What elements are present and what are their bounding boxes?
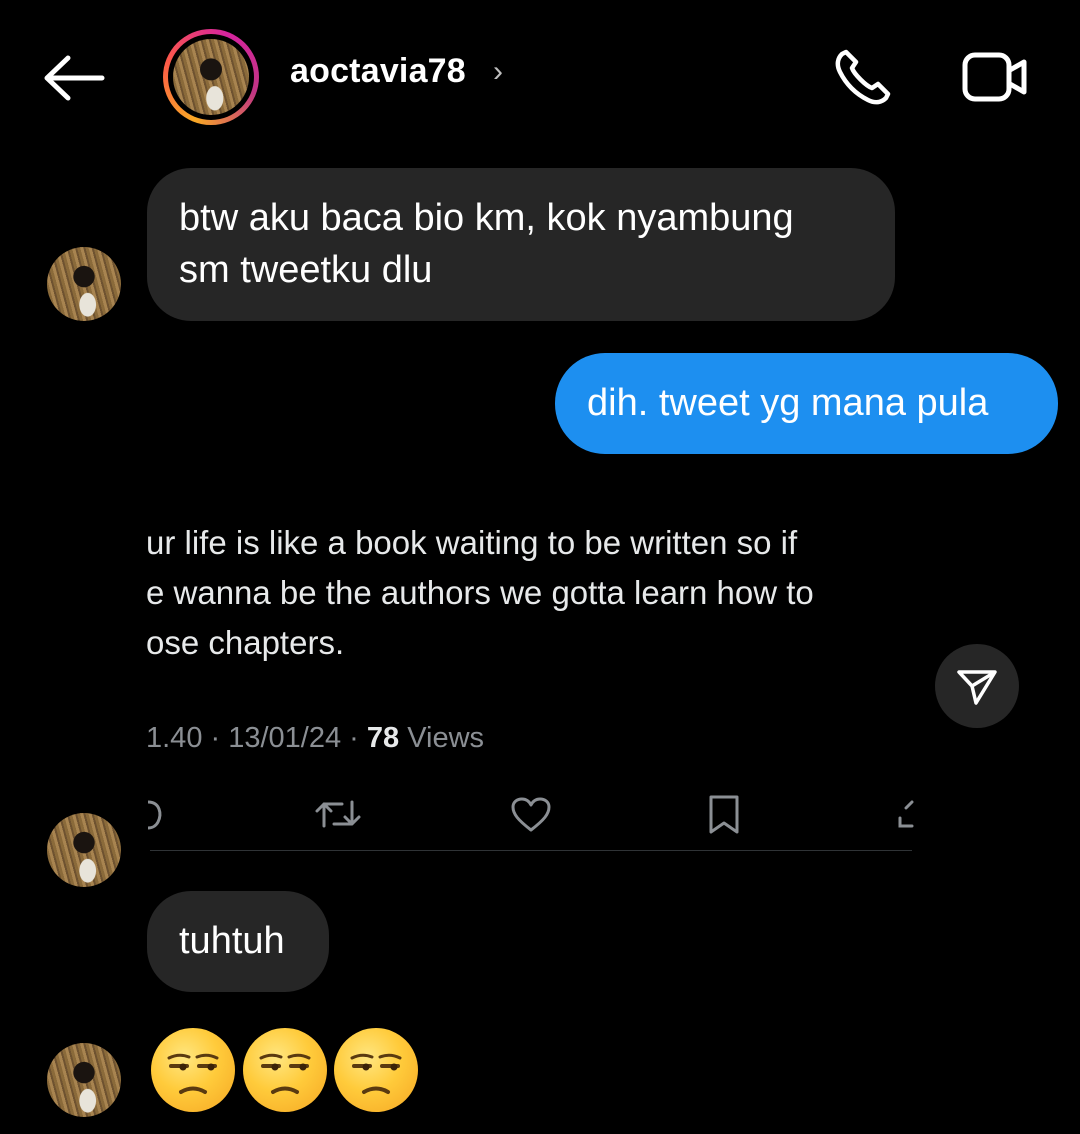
retweet-icon xyxy=(315,800,361,828)
unamused-face-icon[interactable] xyxy=(243,1028,327,1112)
tweet-views-count: 78 xyxy=(366,722,400,754)
unamused-face-icon[interactable] xyxy=(334,1028,418,1112)
call-button[interactable] xyxy=(832,48,894,106)
bookmark-icon xyxy=(709,795,739,834)
phone-icon xyxy=(835,49,891,105)
heart-icon xyxy=(511,797,551,832)
message-bubble-incoming[interactable]: btw aku baca bio km, kok nyambung sm twe… xyxy=(147,168,895,321)
reply-icon xyxy=(147,800,162,830)
sender-avatar[interactable] xyxy=(47,1043,121,1117)
message-bubble-outgoing[interactable]: dih. tweet yg mana pula xyxy=(555,353,1058,454)
back-button[interactable] xyxy=(40,52,106,104)
username[interactable]: aoctavia78 xyxy=(290,52,466,91)
tweet-timestamp: 1.40 · 13/01/24 · xyxy=(146,722,367,754)
tweet-action-bar xyxy=(146,790,914,838)
paper-plane-icon xyxy=(957,670,997,705)
divider xyxy=(150,850,912,851)
sender-avatar[interactable] xyxy=(47,813,121,887)
tweet-text: ur life is like a book waiting to be wri… xyxy=(146,524,814,661)
arrow-left-icon xyxy=(44,55,105,101)
video-call-button[interactable] xyxy=(960,50,1030,104)
tweet-views-label: Views xyxy=(399,722,485,754)
unamused-face-icon[interactable] xyxy=(151,1028,235,1112)
video-camera-icon xyxy=(962,52,1027,102)
forward-button[interactable] xyxy=(935,644,1019,728)
sender-avatar[interactable] xyxy=(47,247,121,321)
chevron-right-icon[interactable]: › xyxy=(493,55,503,89)
tweet-meta: 1.40 · 13/01/24 · 78 Views xyxy=(146,722,484,755)
share-tweet-icon xyxy=(898,800,914,828)
message-bubble-incoming[interactable]: tuhtuh xyxy=(147,891,329,992)
profile-avatar[interactable] xyxy=(163,29,259,125)
